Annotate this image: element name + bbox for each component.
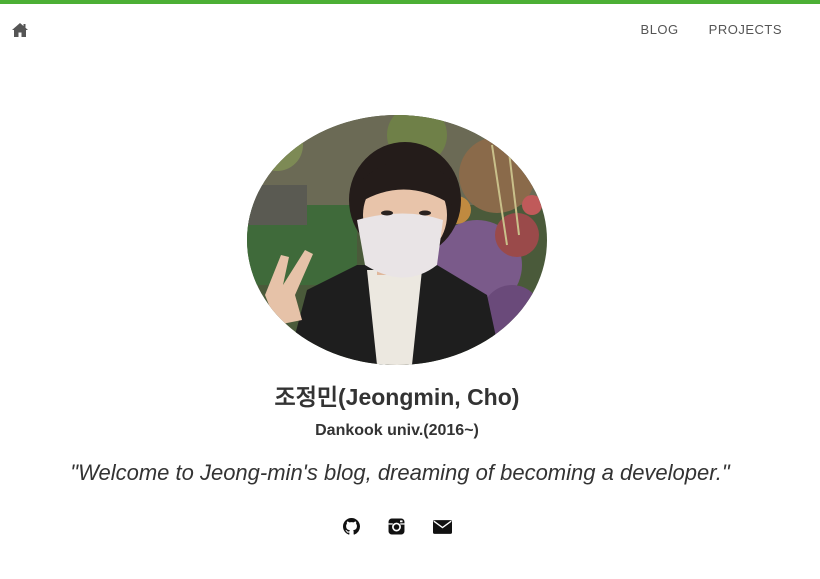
home-icon: [12, 23, 28, 37]
avatar: [247, 115, 547, 365]
nav-links: BLOG PROJECTS: [641, 22, 782, 38]
github-icon: [343, 518, 360, 535]
home-link[interactable]: [11, 22, 29, 38]
github-link[interactable]: [343, 518, 360, 535]
email-link[interactable]: [433, 518, 452, 535]
profile-school: Dankook univ.(2016~): [315, 422, 479, 439]
profile-name: 조정민(Jeongmin, Cho): [274, 384, 520, 410]
social-links: [343, 518, 452, 535]
instagram-icon: [388, 518, 405, 535]
envelope-icon: [433, 520, 452, 534]
instagram-link[interactable]: [388, 518, 405, 535]
navbar: BLOG PROJECTS: [0, 4, 820, 56]
nav-link-projects[interactable]: PROJECTS: [709, 22, 782, 38]
tagline: "Welcome to Jeong-min's blog, dreaming o…: [70, 460, 730, 485]
nav-link-blog[interactable]: BLOG: [641, 22, 679, 38]
